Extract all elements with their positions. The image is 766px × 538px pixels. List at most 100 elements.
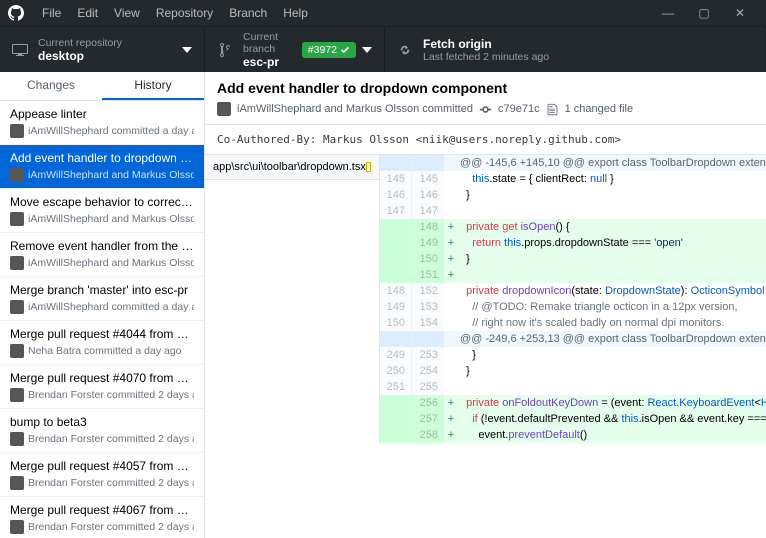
- diff-line: 149+ return this.props.dropdownState ===…: [380, 235, 766, 251]
- sync-icon: [397, 42, 413, 58]
- diff-view[interactable]: @@ -145,6 +145,10 @@ export class Toolba…: [380, 155, 766, 443]
- history-commit[interactable]: bump to beta3 Brendan Forster committed …: [0, 409, 204, 453]
- commit-row-meta: iAmWillShephard and Markus Olsson co…: [10, 168, 194, 182]
- diff-area: app\src\ui\toolbar\dropdown.tsx @@ -145,…: [205, 155, 766, 443]
- history-commit[interactable]: Remove event handler from the branches… …: [0, 233, 204, 277]
- file-list: app\src\ui\toolbar\dropdown.tsx: [205, 155, 380, 443]
- history-commit[interactable]: Add event handler to dropdown compon… iA…: [0, 145, 204, 189]
- pr-badge: #3972: [302, 42, 356, 58]
- fetch-button[interactable]: Fetch origin Last fetched 2 minutes ago: [385, 27, 766, 72]
- commit-row-title: Merge pull request #4070 from desktop/…: [10, 371, 194, 385]
- history-commit[interactable]: Merge pull request #4070 from desktop/… …: [0, 365, 204, 409]
- history-commit[interactable]: Merge pull request #4057 from desktop/… …: [0, 453, 204, 497]
- commit-sha: c79e71c: [498, 103, 540, 115]
- tab-history[interactable]: History: [102, 72, 204, 100]
- diff-line: 256+ private onFoldoutKeyDown = (event: …: [380, 395, 766, 411]
- repo-value: desktop: [38, 49, 182, 63]
- menu-item-repository[interactable]: Repository: [148, 6, 221, 20]
- repo-label: Current repository: [38, 37, 182, 49]
- menu-item-help[interactable]: Help: [275, 6, 316, 20]
- titlebar: FileEditViewRepositoryBranchHelp — ▢ ✕: [0, 0, 766, 26]
- diff-line: 257+ if (!event.defaultPrevented && this…: [380, 411, 766, 427]
- diff-line: 147147: [380, 203, 766, 219]
- avatar-icon: [10, 520, 24, 534]
- diff-line: 145145 this.state = { clientRect: null }: [380, 171, 766, 187]
- commit-row-title: Remove event handler from the branches…: [10, 239, 194, 253]
- commit-row-title: Merge pull request #4057 from desktop/…: [10, 459, 194, 473]
- commit-header: Add event handler to dropdown component …: [205, 72, 766, 125]
- commit-row-meta: Brendan Forster committed 2 days ago: [10, 476, 194, 490]
- minimize-button[interactable]: —: [650, 6, 686, 20]
- commit-row-title: bump to beta3: [10, 415, 194, 429]
- diff-line: @@ -249,6 +253,13 @@ export class Toolba…: [380, 331, 766, 347]
- modified-icon: [366, 162, 371, 172]
- fetch-label: Fetch origin: [423, 37, 753, 51]
- commit-row-meta: iAmWillShephard committed a day ago: [10, 124, 194, 138]
- branch-label: Current branch: [243, 31, 294, 55]
- menu-item-view[interactable]: View: [106, 6, 148, 20]
- history-commit[interactable]: Merge pull request #4067 from desktop/… …: [0, 497, 204, 538]
- commit-row-meta: iAmWillShephard and Markus Olsson co…: [10, 256, 194, 270]
- commit-row-title: Merge branch 'master' into esc-pr: [10, 283, 194, 297]
- content: Add event handler to dropdown component …: [205, 72, 766, 538]
- branch-dropdown[interactable]: Current branch esc-pr #3972: [205, 27, 385, 72]
- file-item[interactable]: app\src\ui\toolbar\dropdown.tsx: [205, 155, 379, 180]
- diff-line: @@ -145,6 +145,10 @@ export class Toolba…: [380, 155, 766, 171]
- commit-row-meta: iAmWillShephard committed a day ago: [10, 300, 194, 314]
- diff-line: 148+ private get isOpen() {: [380, 219, 766, 235]
- fetch-sublabel: Last fetched 2 minutes ago: [423, 51, 753, 63]
- avatar-icon: [10, 212, 24, 226]
- github-logo-icon: [8, 5, 24, 21]
- commit-authors: iAmWillShephard and Markus Olsson commit…: [237, 103, 473, 115]
- chevron-down-icon: [362, 45, 372, 55]
- branch-value: esc-pr: [243, 55, 294, 69]
- avatar-icon: [10, 300, 24, 314]
- menu-item-branch[interactable]: Branch: [221, 6, 275, 20]
- files-changed: 1 changed file: [565, 103, 634, 115]
- commit-row-meta: iAmWillShephard and Markus Olsson co…: [10, 212, 194, 226]
- diff-line: 149153 // @TODO: Remake triangle octicon…: [380, 299, 766, 315]
- history-commit[interactable]: Appease linter iAmWillShephard committed…: [0, 101, 204, 145]
- computer-icon: [12, 42, 28, 58]
- history-list[interactable]: Appease linter iAmWillShephard committed…: [0, 101, 204, 538]
- tab-changes[interactable]: Changes: [0, 72, 102, 100]
- commit-row-title: Merge pull request #4067 from desktop/…: [10, 503, 194, 517]
- avatar-icon: [10, 124, 24, 138]
- file-path: app\src\ui\toolbar\dropdown.tsx: [213, 161, 366, 173]
- commit-row-title: Merge pull request #4044 from desktop/…: [10, 327, 194, 341]
- commit-row-meta: Brendan Forster committed 2 days ago: [10, 432, 194, 446]
- file-icon: [546, 103, 559, 116]
- diff-line: 151+: [380, 267, 766, 283]
- repo-dropdown[interactable]: Current repository desktop: [0, 27, 205, 72]
- commit-icon: [479, 103, 492, 116]
- history-commit[interactable]: Move escape behavior to correct compo… i…: [0, 189, 204, 233]
- history-commit[interactable]: Merge branch 'master' into esc-pr iAmWil…: [0, 277, 204, 321]
- diff-line: 150+ }: [380, 251, 766, 267]
- main: Changes History Appease linter iAmWillSh…: [0, 72, 766, 538]
- maximize-button[interactable]: ▢: [686, 6, 722, 20]
- avatar-icon: [10, 476, 24, 490]
- diff-line: 258+ event.preventDefault(): [380, 427, 766, 443]
- avatar-icon: [10, 344, 24, 358]
- commit-title: Add event handler to dropdown component: [217, 80, 754, 96]
- close-button[interactable]: ✕: [722, 6, 758, 20]
- avatar-icon: [10, 432, 24, 446]
- sidebar: Changes History Appease linter iAmWillSh…: [0, 72, 205, 538]
- commit-row-meta: Brendan Forster committed 2 days ago: [10, 520, 194, 534]
- commit-row-meta: Neha Batra committed a day ago: [10, 344, 194, 358]
- commit-row-title: Add event handler to dropdown compon…: [10, 151, 194, 165]
- branch-icon: [217, 42, 233, 58]
- diff-line: 250254 }: [380, 363, 766, 379]
- history-commit[interactable]: Merge pull request #4044 from desktop/… …: [0, 321, 204, 365]
- sidebar-tabs: Changes History: [0, 72, 204, 101]
- commit-row-meta: Brendan Forster committed 2 days ago: [10, 388, 194, 402]
- menu-item-file[interactable]: File: [34, 6, 69, 20]
- avatar-icon: [217, 102, 231, 116]
- menu-bar: FileEditViewRepositoryBranchHelp: [34, 6, 316, 20]
- chevron-down-icon: [182, 45, 192, 55]
- diff-line: 150154 // right now it's scaled badly on…: [380, 315, 766, 331]
- menu-item-edit[interactable]: Edit: [69, 6, 106, 20]
- toolbar: Current repository desktop Current branc…: [0, 26, 766, 72]
- commit-row-title: Appease linter: [10, 107, 194, 121]
- check-icon: [340, 45, 350, 55]
